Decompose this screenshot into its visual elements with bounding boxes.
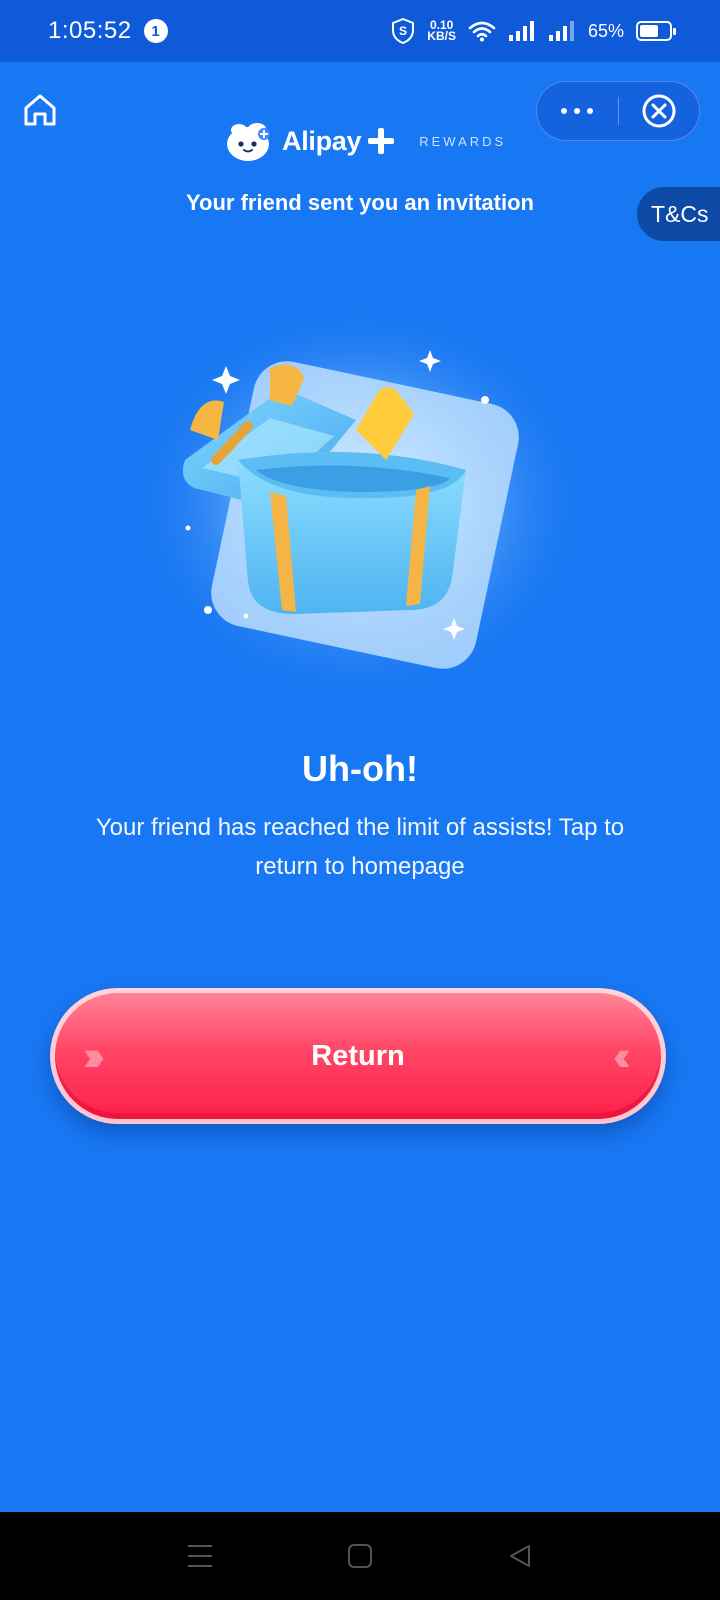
back-triangle-icon (510, 1545, 530, 1567)
return-label: Return (311, 1039, 405, 1072)
home-icon (24, 94, 56, 126)
more-button[interactable] (537, 82, 618, 140)
battery-fill (640, 25, 659, 37)
status-time: 1:05:52 (48, 17, 132, 44)
chevron-right-icon: ››› (83, 1032, 105, 1079)
return-button-face: ››› Return ‹‹ (55, 993, 661, 1119)
status-icons: S 0.10 KB/S 65% (391, 0, 676, 62)
page-title: Uh-oh! (302, 748, 418, 789)
brand-logo: Alipay REWARDS (224, 118, 506, 164)
tcs-button[interactable]: T&Cs (637, 187, 720, 241)
invite-subtitle: Your friend sent you an invitation (186, 190, 534, 215)
more-dot (561, 108, 568, 114)
chevron-left-icon: ‹‹ (613, 1032, 631, 1079)
plus-logo-icon (368, 128, 395, 154)
gift-illustration (120, 310, 600, 730)
net-speed-unit: KB/S (427, 29, 456, 43)
status-message: Your friend has reached the limit of ass… (95, 814, 625, 880)
brand-rewards: REWARDS (419, 133, 507, 149)
close-button[interactable] (619, 82, 700, 140)
net-speed: 0.10 KB/S (427, 19, 456, 43)
nav-back-button[interactable] (500, 1536, 540, 1576)
svg-text:S: S (399, 24, 407, 38)
notification-badge: 1 (143, 19, 168, 43)
mini-program-capsule (536, 81, 700, 141)
shield-icon: S (392, 18, 415, 44)
home-button[interactable] (20, 90, 60, 130)
return-button[interactable]: ››› Return ‹‹ (50, 988, 666, 1124)
battery-percent: 65% (587, 20, 624, 41)
battery-icon (636, 21, 676, 41)
close-circle-icon (642, 94, 676, 128)
brand-name: Alipay (282, 125, 362, 156)
wifi-icon (468, 21, 496, 42)
more-dot (574, 108, 581, 114)
nav-menu-button[interactable] (180, 1536, 220, 1576)
signal-icon (508, 21, 534, 41)
more-dot (587, 108, 594, 114)
status-bar: 1:05:52 1 S 0.10 KB/S 65% (0, 0, 720, 62)
open-gift-box-icon (130, 310, 590, 710)
square-home-icon (348, 1544, 372, 1568)
signal-icon-2 (548, 21, 574, 41)
menu-icon (188, 1545, 212, 1567)
mascot-icon (227, 123, 270, 161)
nav-home-button[interactable] (340, 1536, 380, 1576)
system-nav-bar (0, 1512, 720, 1600)
